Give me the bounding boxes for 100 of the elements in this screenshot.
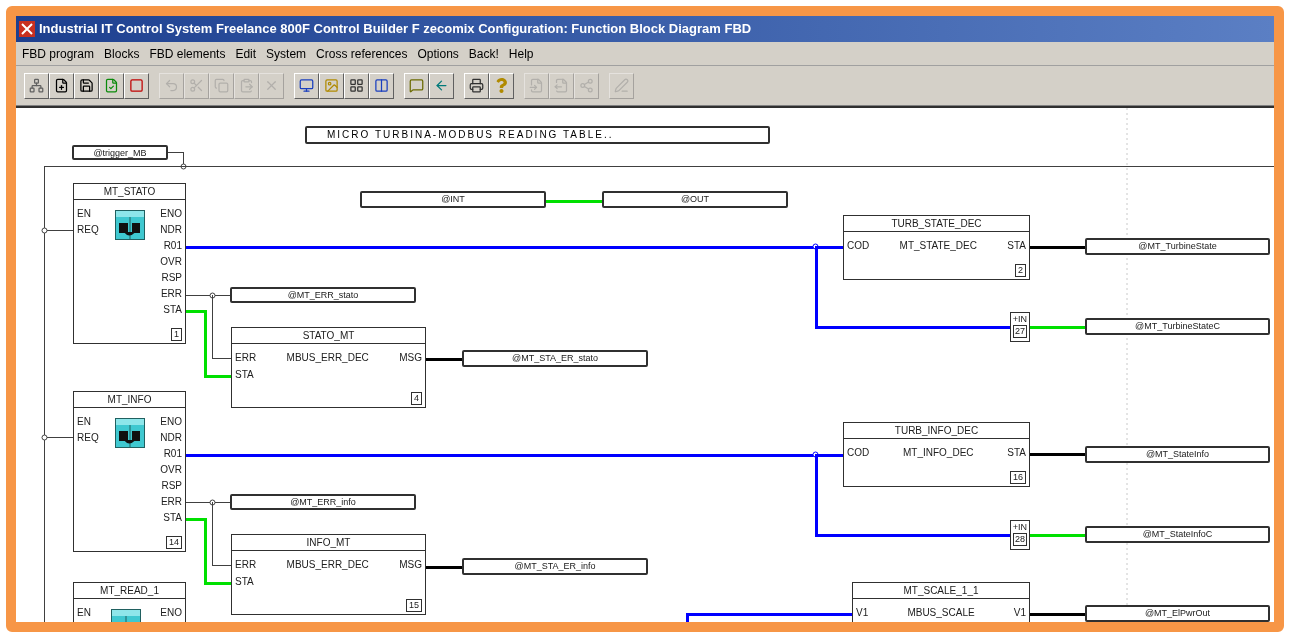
edit-icon bbox=[614, 78, 629, 93]
function-block[interactable]: INFO_MT ERR STA MBUS_ERR_DEC MSG 15 bbox=[231, 534, 426, 615]
pin-label: R01 bbox=[163, 447, 182, 461]
pin-label: STA bbox=[235, 367, 255, 382]
toolbar-button[interactable] bbox=[319, 72, 344, 99]
menu-item[interactable]: FBD program bbox=[18, 44, 99, 63]
copy-icon bbox=[214, 78, 229, 93]
pin-label: ENO bbox=[160, 415, 182, 429]
file-export-icon bbox=[554, 78, 569, 93]
variable-box[interactable]: @MT_TurbineStateC bbox=[1085, 318, 1270, 335]
menu-item[interactable]: Options bbox=[413, 44, 463, 63]
block-number: 4 bbox=[411, 392, 422, 405]
comment-icon bbox=[409, 78, 424, 93]
pin-label: STA bbox=[235, 574, 255, 589]
delete-icon bbox=[264, 78, 279, 93]
pin-label: STA bbox=[1007, 238, 1026, 253]
picture-icon bbox=[324, 78, 339, 93]
block-number: 27 bbox=[1013, 325, 1027, 338]
variable-box[interactable]: @MT_ERR_info bbox=[230, 494, 416, 510]
variable-box[interactable]: @MT_StateInfoC bbox=[1085, 526, 1270, 543]
menu-item[interactable]: Back! bbox=[464, 44, 503, 63]
toolbar-button[interactable] bbox=[74, 72, 99, 99]
block-icon bbox=[129, 78, 144, 93]
toolbar-button[interactable] bbox=[489, 72, 514, 99]
pin-label: MSG bbox=[399, 350, 422, 365]
paste-icon bbox=[239, 78, 254, 93]
menu-item[interactable]: Cross references bbox=[312, 44, 412, 63]
toolbar-button[interactable] bbox=[24, 72, 49, 99]
pin-label: COD bbox=[847, 238, 870, 253]
print-icon bbox=[469, 78, 484, 93]
variable-box[interactable]: @MT_TurbineState bbox=[1085, 238, 1270, 255]
pin-label: ENO bbox=[160, 207, 182, 221]
variable-box[interactable]: @INT bbox=[360, 191, 546, 208]
pin-label: MSG bbox=[399, 557, 422, 572]
pin-label: REQ bbox=[77, 431, 99, 445]
variable-box[interactable]: @MT_STA_ER_info bbox=[462, 558, 648, 575]
function-block[interactable]: MT_READ_1 EN ENO bbox=[73, 582, 186, 622]
menu-item[interactable]: FBD elements bbox=[145, 44, 230, 63]
function-block[interactable]: +IN 28 bbox=[1010, 520, 1030, 550]
toolbar-button[interactable] bbox=[404, 72, 429, 99]
block-type: MT_STATE_DEC bbox=[899, 240, 977, 251]
pin-label: OVR bbox=[160, 255, 182, 269]
toolbar-button[interactable] bbox=[464, 72, 489, 99]
variable-box[interactable]: @MT_StateInfo bbox=[1085, 446, 1270, 463]
file-import-icon bbox=[529, 78, 544, 93]
toolbar-button[interactable] bbox=[49, 72, 74, 99]
pin-label: STA bbox=[1007, 445, 1026, 460]
variable-box[interactable]: @MT_ERR_stato bbox=[230, 287, 416, 303]
function-block[interactable]: MT_STATO EN REQ ENO NDR R01 OVR RSP ERR STA 1 bbox=[73, 183, 186, 344]
function-block[interactable]: MT_INFO EN REQ ENO NDR R01 OVR RSP ERR STA 14 bbox=[73, 391, 186, 552]
toolbar-button[interactable] bbox=[429, 72, 454, 99]
pin-label: STA bbox=[163, 303, 182, 317]
pin-label: REQ bbox=[77, 223, 99, 237]
block-number: 16 bbox=[1010, 471, 1026, 484]
block-header: MT_READ_1 bbox=[74, 583, 185, 599]
variable-box[interactable]: @MT_STA_ER_stato bbox=[462, 350, 648, 367]
block-header: INFO_MT bbox=[232, 535, 425, 551]
pin-label: V1 bbox=[1013, 605, 1026, 620]
variable-box[interactable]: @trigger_MB bbox=[72, 145, 168, 160]
pin-label: R01 bbox=[163, 239, 182, 253]
share-icon bbox=[579, 78, 594, 93]
toolbar-button[interactable] bbox=[344, 72, 369, 99]
undo-icon bbox=[164, 78, 179, 93]
block-type: MBUS_ERR_DEC bbox=[286, 352, 369, 363]
pin-label: NDR bbox=[160, 223, 182, 237]
block-type: MBUS_SCALE bbox=[907, 607, 975, 618]
pin-label: EN bbox=[77, 606, 91, 620]
file-check-icon bbox=[104, 78, 119, 93]
toolbar-button[interactable] bbox=[294, 72, 319, 99]
block-name: +IN bbox=[1012, 313, 1028, 325]
toolbar-button[interactable] bbox=[99, 72, 124, 99]
function-block[interactable]: TURB_INFO_DEC COD MT_INFO_DEC STA 16 bbox=[843, 422, 1030, 487]
help-icon bbox=[494, 78, 509, 93]
block-type: MT_INFO_DEC bbox=[902, 447, 974, 458]
pin-label: OVR bbox=[160, 463, 182, 477]
variable-box[interactable]: @OUT bbox=[602, 191, 788, 208]
function-block[interactable]: MT_SCALE_1_1 V1 MBUS_SCALE V1 bbox=[852, 582, 1030, 622]
comment-box[interactable]: MICRO TURBINA-MODBUS READING TABLE.. bbox=[305, 126, 770, 144]
app-icon bbox=[19, 21, 35, 37]
pin-label: EN bbox=[77, 207, 92, 221]
connector-icon bbox=[114, 418, 145, 448]
function-block[interactable]: TURB_STATE_DEC COD MT_STATE_DEC STA 2 bbox=[843, 215, 1030, 280]
network-icon bbox=[29, 78, 44, 93]
function-block[interactable]: +IN 27 bbox=[1010, 312, 1030, 342]
function-block[interactable]: STATO_MT ERR STA MBUS_ERR_DEC MSG 4 bbox=[231, 327, 426, 408]
variable-box[interactable]: @MT_ElPwrOut bbox=[1085, 605, 1270, 622]
pin-label: ERR bbox=[235, 557, 257, 572]
block-number: 15 bbox=[406, 599, 422, 612]
toolbar-button[interactable] bbox=[124, 72, 149, 99]
toolbar-button[interactable] bbox=[369, 72, 394, 99]
cut-icon bbox=[189, 78, 204, 93]
block-number: 1 bbox=[171, 328, 182, 341]
pin-label: COD bbox=[847, 445, 870, 460]
menu-item[interactable]: Blocks bbox=[100, 44, 144, 63]
block-header: STATO_MT bbox=[232, 328, 425, 344]
menu-item[interactable]: Help bbox=[504, 44, 538, 63]
menu-item[interactable]: System bbox=[262, 44, 311, 63]
save-icon bbox=[79, 78, 94, 93]
menu-item[interactable]: Edit bbox=[231, 44, 261, 63]
connector-icon bbox=[114, 210, 145, 240]
